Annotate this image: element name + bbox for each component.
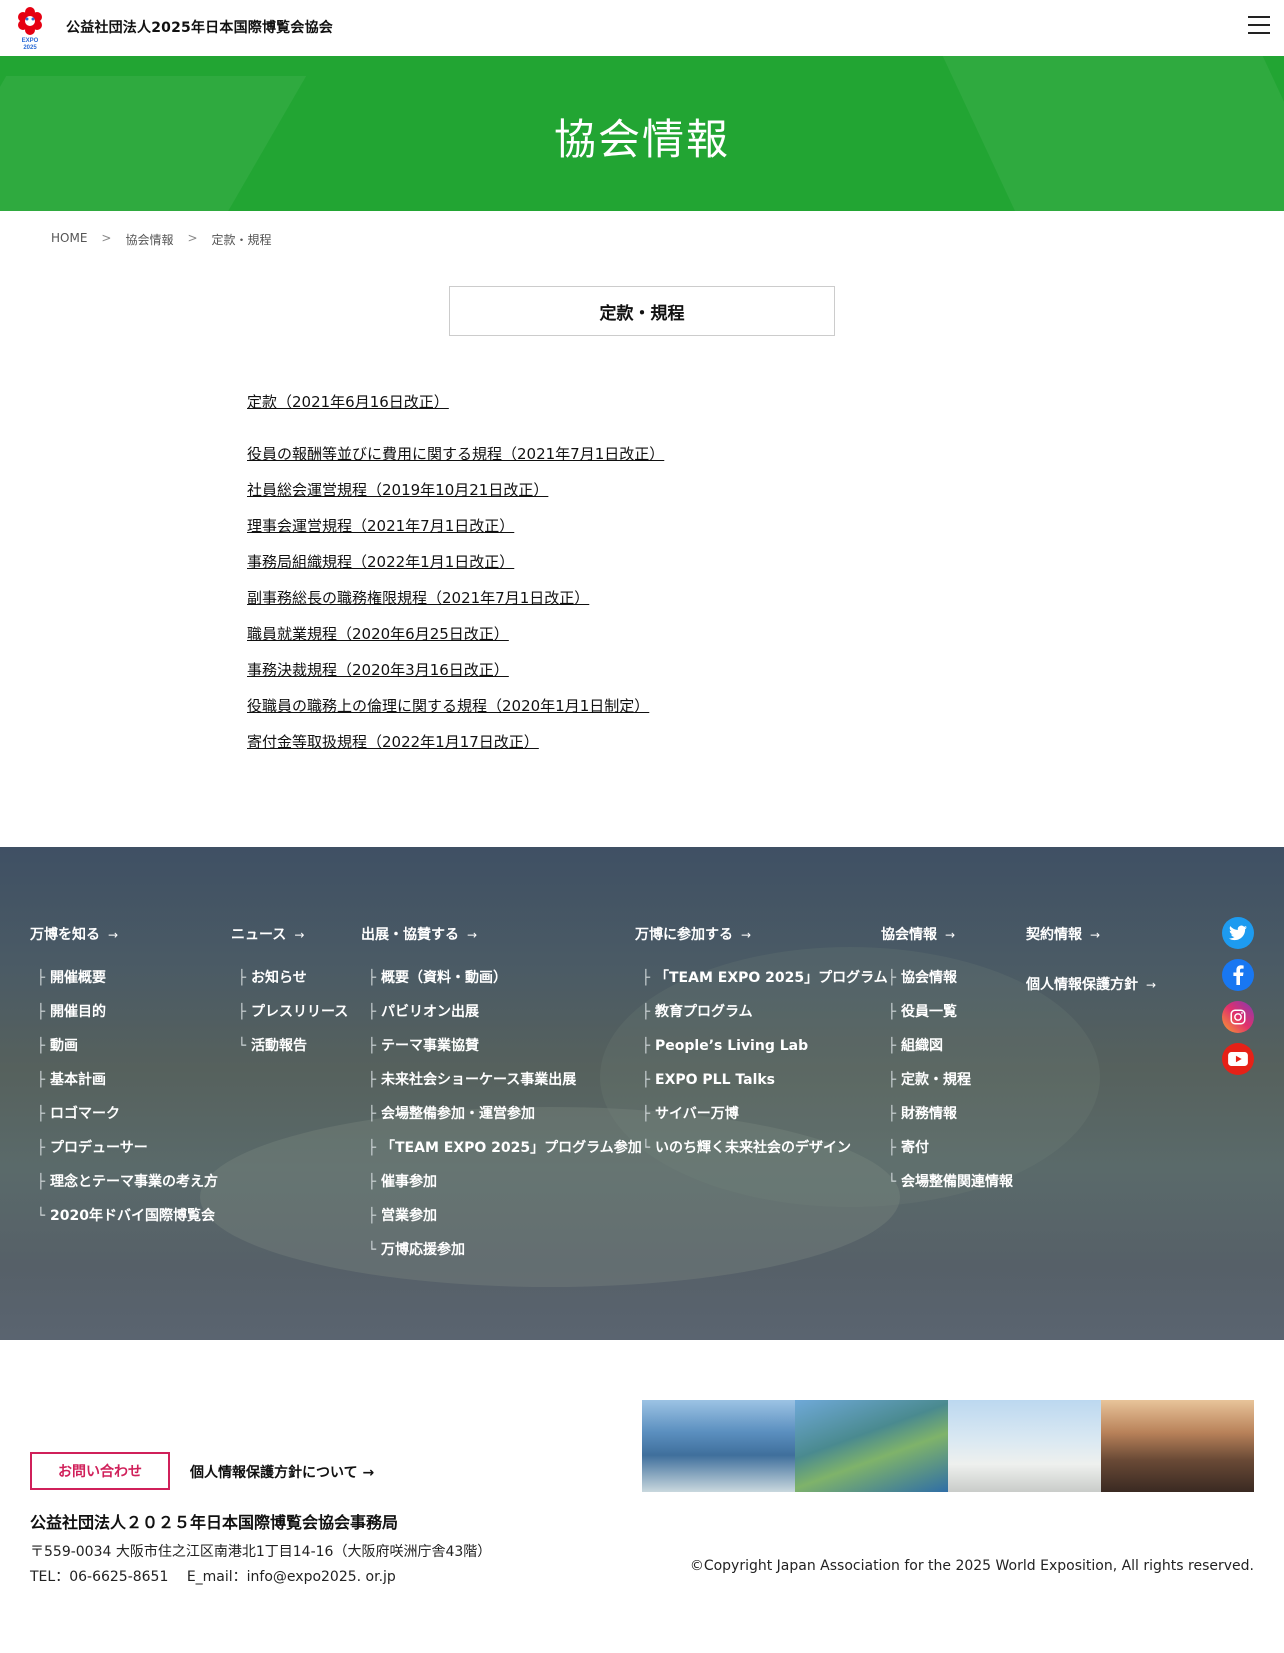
footer-link[interactable]: ├ 概要（資料・動画） xyxy=(361,961,642,995)
privacy-policy-link[interactable]: 個人情報保護方針について → xyxy=(190,1462,374,1482)
copyright: ©Copyright Japan Association for the 202… xyxy=(689,1558,1254,1574)
expo-photo-aerial xyxy=(642,1400,795,1492)
svg-text:EXPO: EXPO xyxy=(22,38,39,44)
footer-col-contract: 契約情報 → 個人情報保護方針 → xyxy=(1026,925,1156,1011)
arrow-icon: → xyxy=(1090,928,1101,942)
contact-button[interactable]: お問い合わせ xyxy=(30,1452,170,1490)
footer-link[interactable]: ├ 「TEAM EXPO 2025」プログラム xyxy=(635,961,888,995)
breadcrumb-association[interactable]: 協会情報 xyxy=(125,231,173,248)
instagram-icon[interactable] xyxy=(1222,1001,1254,1033)
page-title: 協会情報 xyxy=(553,115,730,164)
arrow-icon: → xyxy=(108,928,119,942)
document-link[interactable]: 役職員の職務上の倫理に関する規程（2020年1月1日制定） xyxy=(247,696,664,732)
footer-link[interactable]: ├ 理念とテーマ事業の考え方 xyxy=(30,1165,218,1199)
footer-link[interactable]: ├ 財務情報 xyxy=(881,1097,1013,1131)
expo-photo-night xyxy=(1101,1400,1254,1492)
arrow-icon: → xyxy=(467,928,478,942)
footer-link[interactable]: ├ パビリオン出展 xyxy=(361,995,642,1029)
arrow-icon: → xyxy=(362,1465,375,1481)
footer-col-exhibit: 出展・協賛する → ├ 概要（資料・動画） ├ パビリオン出展 ├ テーマ事業協賛 ├ 未… xyxy=(361,925,642,1267)
arrow-icon: → xyxy=(294,928,305,942)
footer-link[interactable]: └ 万博応援参加 xyxy=(361,1233,642,1267)
site-header: EXPO 2025 公益社団法人2025年日本国際博覧会協会 xyxy=(0,0,1284,56)
footer-link[interactable]: └ 会場整備関連情報 xyxy=(881,1165,1013,1199)
document-link[interactable]: 役員の報酬等並びに費用に関する規程（2021年7月1日改正） xyxy=(247,444,664,480)
breadcrumb-home[interactable]: HOME xyxy=(51,231,87,248)
site-name[interactable]: 公益社団法人2025年日本国際博覧会協会 xyxy=(66,17,333,37)
footer-link[interactable]: ├ 催事参加 xyxy=(361,1165,642,1199)
footer-link[interactable]: ├ EXPO PLL Talks xyxy=(635,1063,888,1097)
footer-link[interactable]: └ 2020年ドバイ国際博覧会 xyxy=(30,1199,218,1233)
footer-link[interactable]: ├ 組織図 xyxy=(881,1029,1013,1063)
document-link[interactable]: 事務決裁規程（2020年3月16日改正） xyxy=(247,660,664,696)
document-link[interactable]: 定款（2021年6月16日改正） xyxy=(247,392,664,428)
footer-link[interactable]: ├ ロゴマーク xyxy=(30,1097,218,1131)
arrow-icon: → xyxy=(741,928,752,942)
expo-photo-strip xyxy=(642,1400,1254,1492)
footer-link[interactable]: ├ プロデューサー xyxy=(30,1131,218,1165)
footer-col-news: ニュース → ├ お知らせ ├ プレスリリース └ 活動報告 xyxy=(231,925,348,1063)
footer-head-know-expo[interactable]: 万博を知る → xyxy=(30,925,218,945)
footer-link[interactable]: ├ 「TEAM EXPO 2025」プログラム参加 xyxy=(361,1131,642,1165)
breadcrumb-current: 定款・規程 xyxy=(211,233,272,247)
expo-photo-plaza xyxy=(948,1400,1101,1492)
document-link[interactable]: 寄付金等取扱規程（2022年1月17日改正） xyxy=(247,732,664,768)
expo-logo[interactable]: EXPO 2025 xyxy=(16,6,44,50)
footer-head-news[interactable]: ニュース → xyxy=(231,925,348,945)
footer-col-know-expo: 万博を知る → ├ 開催概要 ├ 開催目的 ├ 動画 ├ 基本計画 ├ ロゴマーク ├ プロデ… xyxy=(30,925,218,1233)
footer-link[interactable]: ├ 定款・規程 xyxy=(881,1063,1013,1097)
footer-link[interactable]: ├ サイバー万博 xyxy=(635,1097,888,1131)
footer-link[interactable]: ├ 役員一覧 xyxy=(881,995,1013,1029)
footer-head-contract[interactable]: 契約情報 → xyxy=(1026,925,1156,945)
document-link[interactable]: 社員総会運営規程（2019年10月21日改正） xyxy=(247,480,664,516)
address: 〒559-0034 大阪市住之江区南港北1丁目14-16（大阪府咲洲庁舎43階） xyxy=(30,1544,492,1560)
youtube-icon[interactable] xyxy=(1222,1043,1254,1075)
footer-link[interactable]: ├ 協会情報 xyxy=(881,961,1013,995)
facebook-icon[interactable] xyxy=(1222,959,1254,991)
footer-head-association[interactable]: 協会情報 → xyxy=(881,925,1013,945)
footer-col-participate: 万博に参加する → ├ 「TEAM EXPO 2025」プログラム ├ 教育プログラム… xyxy=(635,925,888,1165)
footer-link[interactable]: ├ 未来社会ショーケース事業出展 xyxy=(361,1063,642,1097)
document-list: 定款（2021年6月16日改正） 役員の報酬等並びに費用に関する規程（2021年… xyxy=(247,392,664,768)
organization-name: 公益社団法人２０２５年日本国際博覧会協会事務局 xyxy=(30,1513,399,1532)
section-title: 定款・規程 xyxy=(449,286,835,336)
footer-link[interactable]: ├ 開催概要 xyxy=(30,961,218,995)
footer-link[interactable]: ├ テーマ事業協賛 xyxy=(361,1029,642,1063)
svg-text:2025: 2025 xyxy=(23,45,37,50)
footer-head-privacy[interactable]: 個人情報保護方針 → xyxy=(1026,975,1156,995)
footer-link[interactable]: ├ プレスリリース xyxy=(231,995,349,1029)
footer-link[interactable]: ├ People’s Living Lab xyxy=(635,1029,888,1063)
twitter-icon[interactable] xyxy=(1222,917,1254,949)
document-link[interactable]: 理事会運営規程（2021年7月1日改正） xyxy=(247,516,664,552)
footer-link[interactable]: └ いのち輝く未来社会のデザイン xyxy=(635,1131,888,1165)
document-link[interactable]: 事務局組織規程（2022年1月1日改正） xyxy=(247,552,664,588)
arrow-icon: → xyxy=(945,928,956,942)
footer-link[interactable]: ├ 開催目的 xyxy=(30,995,218,1029)
footer-link[interactable]: ├ お知らせ xyxy=(231,961,348,995)
footer-col-association: 協会情報 → ├ 協会情報 ├ 役員一覧 ├ 組織図 ├ 定款・規程 ├ 財務情報 ├ 寄付 … xyxy=(881,925,1013,1199)
menu-icon[interactable] xyxy=(1248,16,1272,38)
document-link[interactable]: 副事務総長の職務権限規程（2021年7月1日改正） xyxy=(247,588,664,624)
footer-link[interactable]: └ 活動報告 xyxy=(231,1029,348,1063)
breadcrumb-separator: > xyxy=(101,231,112,245)
footer-link[interactable]: ├ 基本計画 xyxy=(30,1063,218,1097)
contact-info: TEL：06-6625-8651 E_mail：info@expo2025. o… xyxy=(30,1569,396,1585)
footer-navigation: 万博を知る → ├ 開催概要 ├ 開催目的 ├ 動画 ├ 基本計画 ├ ロゴマーク ├ プロデ… xyxy=(0,847,1284,1340)
footer-head-participate[interactable]: 万博に参加する → xyxy=(635,925,888,945)
arrow-icon: → xyxy=(1146,978,1157,992)
breadcrumb: HOME > 協会情報 > 定款・規程 xyxy=(51,231,272,248)
footer-link[interactable]: ├ 寄付 xyxy=(881,1131,1013,1165)
document-link[interactable]: 職員就業規程（2020年6月25日改正） xyxy=(247,624,664,660)
footer-link[interactable]: ├ 営業参加 xyxy=(361,1199,642,1233)
footer-link[interactable]: ├ 会場整備参加・運営参加 xyxy=(361,1097,642,1131)
footer-link[interactable]: ├ 動画 xyxy=(30,1029,218,1063)
expo-photo-venue xyxy=(795,1400,948,1492)
footer-link[interactable]: ├ 教育プログラム xyxy=(635,995,888,1029)
footer-head-exhibit[interactable]: 出展・協賛する → xyxy=(361,925,642,945)
hero-banner: 協会情報 xyxy=(0,56,1284,211)
breadcrumb-separator: > xyxy=(187,231,198,245)
